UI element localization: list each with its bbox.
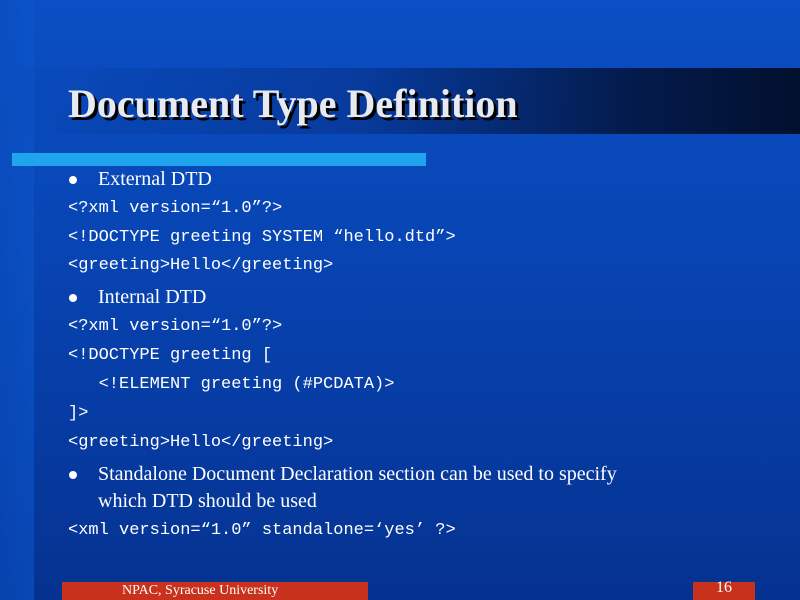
code-line: <?xml version=“1.0”?> bbox=[68, 317, 283, 336]
bullet-external-dtd: External DTD bbox=[98, 168, 212, 190]
code-line: ]> bbox=[68, 404, 89, 423]
code-line: <!DOCTYPE greeting [ bbox=[68, 346, 273, 365]
bullet-internal-dtd: Internal DTD bbox=[98, 286, 207, 308]
page-number: 16 bbox=[716, 579, 732, 596]
code-line: <!DOCTYPE greeting SYSTEM “hello.dtd”> bbox=[68, 228, 456, 247]
title-accent-bar bbox=[12, 153, 426, 166]
footer-page-bar: 16 bbox=[693, 579, 755, 600]
footer-org: NPAC, Syracuse University bbox=[122, 583, 279, 598]
bullet-standalone-line2: which DTD should be used bbox=[98, 490, 317, 512]
code-line: <xml version=“1.0” standalone=‘yes’ ?> bbox=[68, 521, 456, 540]
code-line: <greeting>Hello</greeting> bbox=[68, 256, 334, 275]
code-line: <?xml version=“1.0”?> bbox=[68, 199, 283, 218]
bullet-standalone-line1: Standalone Document Declaration section … bbox=[98, 463, 617, 485]
bullet-icon bbox=[69, 294, 77, 302]
code-line: <greeting>Hello</greeting> bbox=[68, 433, 334, 452]
footer-org-bar: NPAC, Syracuse University bbox=[62, 582, 368, 600]
bullet-icon bbox=[69, 176, 77, 184]
bullet-icon bbox=[69, 471, 77, 479]
slide-title: Document Type Definition bbox=[68, 81, 518, 126]
code-line: <!ELEMENT greeting (#PCDATA)> bbox=[68, 375, 395, 394]
